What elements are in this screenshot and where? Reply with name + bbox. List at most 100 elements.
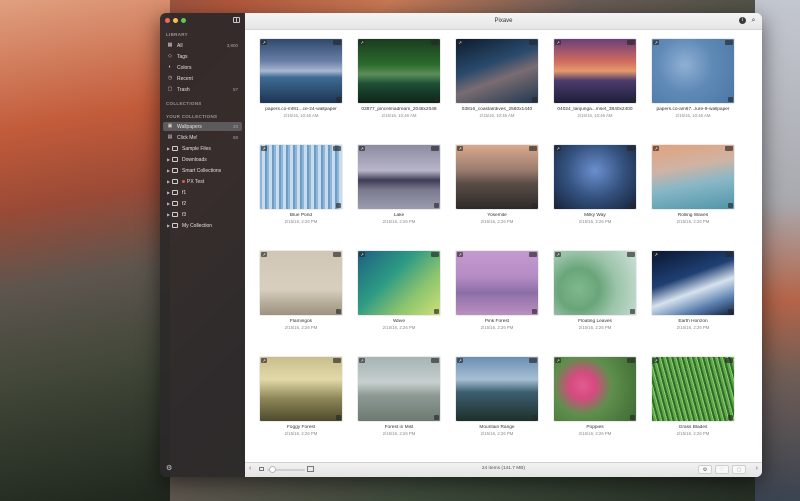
window-title: Pixave bbox=[494, 18, 513, 24]
sidebar-item-my-collection[interactable]: ▶ My Collection bbox=[163, 221, 242, 230]
grid-item[interactable]: ↗ Mountain Range 2/15/16, 2:26 PM bbox=[456, 357, 538, 463]
sidebar-item-label: f3 bbox=[182, 211, 187, 218]
thumbnail[interactable]: ↗ bbox=[358, 145, 440, 209]
grid-item[interactable]: ↗ papers.co-am67...lure-9-wallpaper 2/15… bbox=[652, 39, 734, 145]
sidebar-item-click-me[interactable]: ▤ Click Me! 68 bbox=[163, 133, 242, 142]
thumbnail[interactable]: ↗ bbox=[652, 251, 734, 315]
link-badge-icon: ↗ bbox=[653, 252, 659, 257]
thumbnail[interactable]: ↗ bbox=[652, 357, 734, 421]
grid-item[interactable]: ↗ papers.co-mf81...ce-24-wallpaper 2/15/… bbox=[260, 39, 342, 145]
thumbnail[interactable]: ↗ bbox=[260, 39, 342, 103]
your-collections-section-title: YOUR COLLECTIONS bbox=[166, 114, 218, 119]
thumbnail[interactable]: ↗ bbox=[358, 357, 440, 421]
sidebar-item-smart-collections[interactable]: ▶ Smart Collections bbox=[163, 166, 242, 175]
item-date: 2/15/16, 2:26 PM bbox=[676, 325, 710, 330]
search-icon[interactable]: ⌕ bbox=[750, 17, 757, 24]
thumbnail[interactable]: ↗ bbox=[652, 39, 734, 103]
grid-item[interactable]: ↗ Flamingos 2/15/16, 2:26 PM bbox=[260, 251, 342, 357]
info-badge-icon bbox=[434, 203, 439, 208]
thumbnail[interactable]: ↗ bbox=[456, 251, 538, 315]
close-button[interactable] bbox=[165, 18, 170, 23]
disclosure-triangle-icon[interactable]: ▶ bbox=[167, 223, 171, 228]
grid-item[interactable]: ↗ 03877_pincelmadream_2048x2048 2/15/16,… bbox=[358, 39, 440, 145]
sidebar-item-colors[interactable]: ◐ Colors bbox=[163, 63, 242, 72]
grid-item[interactable]: ↗ Wave 2/15/16, 2:26 PM bbox=[358, 251, 440, 357]
thumbnail[interactable]: ↗ bbox=[260, 145, 342, 209]
disclosure-triangle-icon[interactable]: ▶ bbox=[167, 168, 171, 173]
item-name: Lake bbox=[393, 213, 405, 218]
info-badge-icon bbox=[434, 415, 439, 420]
grid-item[interactable]: ↗ Rolling Waves 2/15/16, 2:26 PM bbox=[652, 145, 734, 251]
item-name: Milky Way bbox=[584, 213, 606, 218]
thumbnail[interactable]: ↗ bbox=[554, 39, 636, 103]
grid-item[interactable]: ↗ Forest in Mist 2/15/16, 2:26 PM bbox=[358, 357, 440, 463]
thumbnail[interactable]: ↗ bbox=[554, 251, 636, 315]
sidebar-item-recent[interactable]: ◷ Recent bbox=[163, 74, 242, 83]
info-badge-icon bbox=[532, 203, 537, 208]
grid-item[interactable]: ↗ 03816_coastalrdives_2560x1440 2/15/16,… bbox=[456, 39, 538, 145]
grid-item[interactable]: ↗ Foggy Forest 2/15/16, 2:26 PM bbox=[260, 357, 342, 463]
zoom-button[interactable] bbox=[181, 18, 186, 23]
forward-chevron-icon[interactable]: › bbox=[756, 465, 758, 472]
grid-item[interactable]: ↗ 04024_tanjunga...mset_3840x2400 2/15/1… bbox=[554, 39, 636, 145]
grid-item[interactable]: ↗ Floating Leaves 2/15/16, 2:26 PM bbox=[554, 251, 636, 357]
grid-item[interactable]: ↗ Blue Pond 2/15/16, 2:26 PM bbox=[260, 145, 342, 251]
cloud-badge-icon bbox=[431, 40, 439, 45]
item-name: 04024_tanjunga...mset_3840x2400 bbox=[557, 107, 633, 112]
thumbnail[interactable]: ↗ bbox=[456, 357, 538, 421]
grid-item[interactable]: ↗ Grass Blades 2/15/16, 2:26 PM bbox=[652, 357, 734, 463]
folder-icon bbox=[172, 168, 178, 173]
item-name: Forest in Mist bbox=[384, 425, 414, 430]
thumbnail[interactable]: ↗ bbox=[456, 39, 538, 103]
sidebar-item-px-test[interactable]: ▶ PX Test bbox=[163, 177, 242, 186]
grid-item[interactable]: ↗ Milky Way 2/15/16, 2:26 PM bbox=[554, 145, 636, 251]
gear-icon[interactable]: ⚙ bbox=[698, 465, 712, 474]
link-badge-icon: ↗ bbox=[555, 358, 561, 363]
thumbnail[interactable]: ↗ bbox=[358, 251, 440, 315]
thumbnail[interactable]: ↗ bbox=[260, 251, 342, 315]
thumbnail[interactable]: ↗ bbox=[358, 39, 440, 103]
item-date: 2/15/16, 10:46 AM bbox=[283, 113, 319, 118]
link-badge-icon: ↗ bbox=[359, 146, 365, 151]
thumbnail[interactable]: ↗ bbox=[554, 357, 636, 421]
disclosure-triangle-icon[interactable]: ▶ bbox=[167, 190, 171, 195]
grid-item[interactable]: ↗ Lake 2/15/16, 2:26 PM bbox=[358, 145, 440, 251]
heart-icon[interactable]: ♡ bbox=[715, 465, 729, 474]
sidebar-item-sample-files[interactable]: ▶ Sample Files bbox=[163, 144, 242, 153]
item-name: Poppies bbox=[586, 425, 604, 430]
disclosure-triangle-icon[interactable]: ▶ bbox=[167, 212, 171, 217]
link-badge-icon: ↗ bbox=[359, 252, 365, 257]
disclosure-triangle-icon[interactable]: ▶ bbox=[167, 157, 171, 162]
thumbnail[interactable]: ↗ bbox=[554, 145, 636, 209]
cloud-badge-icon bbox=[627, 252, 635, 257]
sidebar-item-label: f2 bbox=[182, 200, 187, 207]
sidebar-item-f2[interactable]: ▶ f2 bbox=[163, 199, 242, 208]
sidebar-item-all[interactable]: ▦ All 3,800 bbox=[163, 41, 242, 50]
grid-item[interactable]: ↗ Pink Forest 2/15/16, 2:26 PM bbox=[456, 251, 538, 357]
cloud-badge-icon bbox=[529, 40, 537, 45]
thumbnail[interactable]: ↗ bbox=[652, 145, 734, 209]
minimize-button[interactable] bbox=[173, 18, 178, 23]
grid-item[interactable]: ↗ Poppies 2/15/16, 2:26 PM bbox=[554, 357, 636, 463]
disclosure-triangle-icon[interactable]: ▶ bbox=[167, 146, 171, 151]
grid-item[interactable]: ↗ Yosemite 2/15/16, 2:26 PM bbox=[456, 145, 538, 251]
disclosure-triangle-icon[interactable]: ▶ bbox=[167, 179, 171, 184]
info-icon[interactable]: i bbox=[739, 17, 746, 24]
cloud-badge-icon bbox=[333, 40, 341, 45]
sidebar-toggle-icon[interactable] bbox=[233, 17, 240, 23]
sidebar-item-trash[interactable]: ▢ Trash 57 bbox=[163, 85, 242, 94]
grid-item[interactable]: ↗ Earth Horizon 2/15/16, 2:26 PM bbox=[652, 251, 734, 357]
sidebar-item-wallpapers[interactable]: ▣ Wallpapers 20 bbox=[163, 122, 242, 131]
thumbnail[interactable]: ↗ bbox=[260, 357, 342, 421]
sidebar-item-tags[interactable]: ◇ Tags bbox=[163, 52, 242, 61]
sidebar-item-f3[interactable]: ▶ f3 bbox=[163, 210, 242, 219]
sidebar-item-f1[interactable]: ▶ f1 bbox=[163, 188, 242, 197]
item-date: 2/15/16, 2:26 PM bbox=[480, 325, 514, 330]
disclosure-triangle-icon[interactable]: ▶ bbox=[167, 201, 171, 206]
folder-icon bbox=[172, 190, 178, 195]
trash-icon[interactable]: ▢ bbox=[732, 465, 746, 474]
link-badge-icon: ↗ bbox=[261, 252, 267, 257]
gear-icon[interactable]: ⚙ bbox=[166, 464, 172, 472]
sidebar-item-downloads[interactable]: ▶ Downloads bbox=[163, 155, 242, 164]
thumbnail[interactable]: ↗ bbox=[456, 145, 538, 209]
